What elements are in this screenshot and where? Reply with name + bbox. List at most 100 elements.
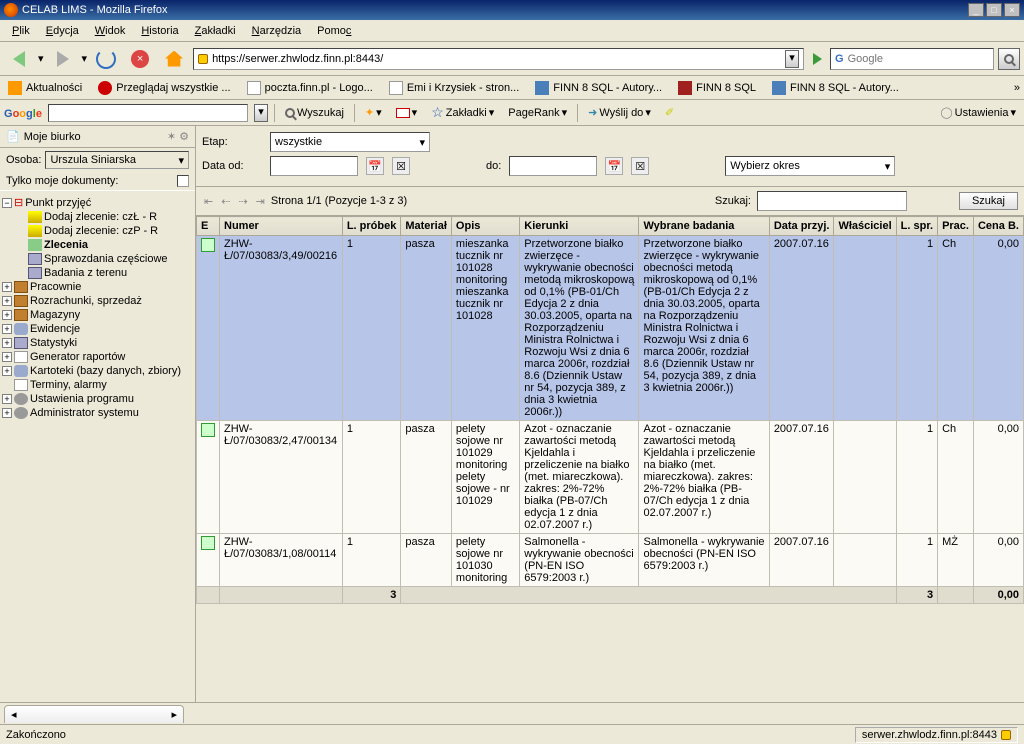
col-header[interactable]: Kierunki [520, 217, 639, 236]
go-button[interactable] [808, 50, 826, 68]
forward-button[interactable] [48, 45, 78, 73]
tree-item[interactable]: +Statystyki [2, 336, 193, 350]
menu-edycja[interactable]: Edycja [38, 23, 87, 39]
tree-item[interactable]: Sprawozdania częściowe [16, 252, 193, 266]
google-search-button[interactable]: Wyszukaj [281, 105, 348, 121]
tree-item-zlecenia[interactable]: Zlecenia [16, 238, 193, 252]
maximize-button[interactable]: □ [986, 3, 1002, 17]
col-header[interactable]: E [197, 217, 220, 236]
menu-historia[interactable]: Historia [133, 23, 186, 39]
bookmark-item[interactable]: FINN 8 SQL [674, 79, 760, 97]
row-edit-icon[interactable] [201, 423, 215, 437]
tree-collapse-icon[interactable]: − [2, 198, 12, 208]
only-mine-checkbox[interactable] [177, 175, 189, 187]
col-header[interactable]: Data przyj. [769, 217, 834, 236]
bookmark-item[interactable]: Emi i Krzysiek - stron... [385, 79, 523, 97]
tree-expand-icon[interactable]: + [2, 394, 12, 404]
tree-expand-icon[interactable]: + [2, 282, 12, 292]
col-header[interactable]: Numer [220, 217, 343, 236]
szukaj-button[interactable]: Szukaj [959, 192, 1018, 210]
bookmark-item[interactable]: Przeglądaj wszystkie ... [94, 79, 234, 97]
tree-root[interactable]: − ⊟ Punkt przyjęć [2, 195, 193, 210]
tree-item[interactable]: +Generator raportów [2, 350, 193, 364]
search-input[interactable] [848, 53, 990, 65]
col-header[interactable]: L. próbek [342, 217, 401, 236]
table-row[interactable]: ZHW-Ł/07/03083/3,49/002161paszamieszanka… [197, 236, 1024, 421]
tree-expand-icon[interactable]: + [2, 366, 12, 376]
tree-item[interactable]: +Ustawienia programu [2, 392, 193, 406]
tree-item[interactable]: +Kartoteki (bazy danych, zbiory) [2, 364, 193, 378]
search-bar[interactable]: G [830, 48, 994, 70]
col-header[interactable]: Materiał [401, 217, 452, 236]
menu-pomoc[interactable]: Pomoc [309, 23, 359, 39]
stop-button[interactable]: × [125, 45, 155, 73]
forward-dropdown[interactable]: ▾ [82, 52, 88, 65]
home-button[interactable] [159, 45, 189, 73]
person-select[interactable]: Urszula Siniarska ▾ [45, 151, 189, 169]
google-search-input[interactable] [48, 104, 248, 122]
google-gmail-button[interactable]: ▾ [392, 104, 422, 121]
browser-tab[interactable]: ◂ ▸ [4, 705, 184, 723]
col-header[interactable]: Opis [451, 217, 519, 236]
sidebar-gear-icon[interactable]: ⚙ [179, 131, 189, 143]
calendar-icon[interactable]: 📅 [605, 157, 623, 175]
close-button[interactable]: × [1004, 3, 1020, 17]
tree-item[interactable]: +Rozrachunki, sprzedaż [2, 294, 193, 308]
tab-close-left-icon[interactable]: ◂ [11, 708, 17, 721]
minimize-button[interactable]: _ [968, 3, 984, 17]
row-edit-icon[interactable] [201, 536, 215, 550]
clear-icon[interactable]: ☒ [392, 157, 410, 175]
google-news-button[interactable]: ✦▾ [361, 104, 386, 121]
url-bar[interactable]: https://serwer.zhwlodz.finn.pl:8443/ ▾ [193, 48, 804, 70]
reload-button[interactable] [91, 45, 121, 73]
menu-widok[interactable]: Widok [87, 23, 134, 39]
data-do-input[interactable] [509, 156, 597, 176]
tree-item[interactable]: +Pracownie [2, 280, 193, 294]
google-highlight-button[interactable]: ✐ [661, 104, 678, 121]
tab-close-right-icon[interactable]: ▸ [171, 708, 177, 721]
tree-item[interactable]: Badania z terenu [16, 266, 193, 280]
page-first-icon[interactable]: ⇤ [202, 195, 215, 208]
url-dropdown[interactable]: ▾ [785, 50, 799, 68]
menu-zakladki[interactable]: Zakładki [187, 23, 244, 39]
col-header[interactable]: Właściciel [834, 217, 896, 236]
tree-item[interactable]: Terminy, alarmy [2, 378, 193, 392]
calendar-icon[interactable]: 📅 [366, 157, 384, 175]
col-header[interactable]: Prac. [938, 217, 974, 236]
page-prev-icon[interactable]: ⇠ [219, 195, 232, 208]
col-header[interactable]: Cena B. [973, 217, 1023, 236]
bookmark-item[interactable]: FINN 8 SQL - Autory... [768, 79, 903, 97]
col-header[interactable]: Wybrane badania [639, 217, 769, 236]
bookmark-item[interactable]: Aktualności [4, 79, 86, 97]
sidebar-refresh-icon[interactable]: ✶ [167, 131, 176, 143]
clear-icon[interactable]: ☒ [631, 157, 649, 175]
menu-plik[interactable]: Plik [4, 23, 38, 39]
google-search-dropdown[interactable]: ▾ [254, 104, 268, 122]
tree-item[interactable]: +Administrator systemu [2, 406, 193, 420]
google-sendto-button[interactable]: ➜Wyślij do▾ [584, 104, 655, 121]
tree-expand-icon[interactable]: + [2, 310, 12, 320]
table-row[interactable]: ZHW-Ł/07/03083/1,08/001141paszapelety so… [197, 534, 1024, 587]
tree-item[interactable]: +Ewidencje [2, 322, 193, 336]
tree-expand-icon[interactable]: + [2, 408, 12, 418]
tree-expand-icon[interactable]: + [2, 296, 12, 306]
row-edit-icon[interactable] [201, 238, 215, 252]
col-header[interactable]: L. spr. [896, 217, 937, 236]
tree-expand-icon[interactable]: + [2, 338, 12, 348]
google-settings-button[interactable]: ◯Ustawienia▾ [936, 104, 1020, 121]
tree-expand-icon[interactable]: + [2, 352, 12, 362]
bookmark-item[interactable]: poczta.finn.pl - Logo... [243, 79, 377, 97]
tree-expand-icon[interactable]: + [2, 324, 12, 334]
page-next-icon[interactable]: ⇢ [236, 195, 249, 208]
search-go-button[interactable] [998, 48, 1020, 70]
tree-item[interactable]: +Magazyny [2, 308, 193, 322]
menu-narzedzia[interactable]: Narzędzia [244, 23, 310, 39]
okres-select[interactable]: Wybierz okres▾ [725, 156, 895, 176]
tree-item[interactable]: Dodaj zlecenie: czP - R [16, 224, 193, 238]
page-last-icon[interactable]: ⇥ [254, 195, 267, 208]
table-row[interactable]: ZHW-Ł/07/03083/2,47/001341paszapelety so… [197, 421, 1024, 534]
data-od-input[interactable] [270, 156, 358, 176]
back-dropdown[interactable]: ▾ [38, 52, 44, 65]
etap-select[interactable]: wszystkie▾ [270, 132, 430, 152]
google-pagerank-button[interactable]: PageRank▾ [504, 104, 571, 121]
